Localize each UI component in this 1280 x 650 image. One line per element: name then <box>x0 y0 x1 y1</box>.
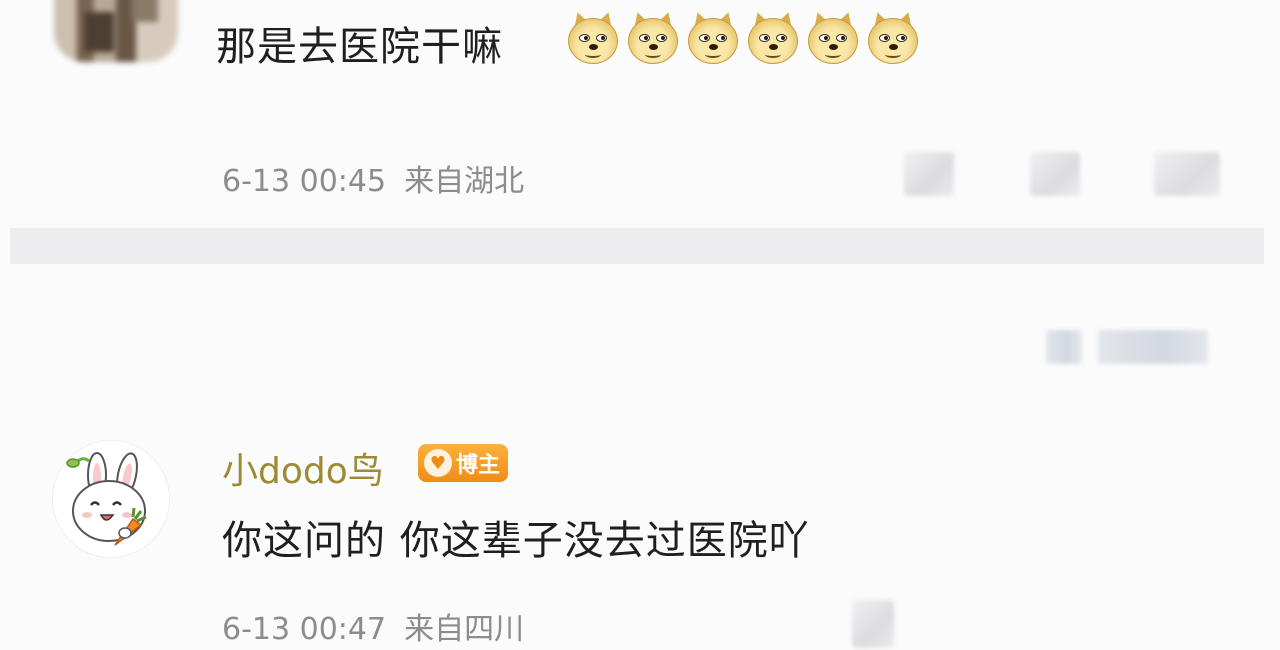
like-icon[interactable] <box>1154 152 1220 196</box>
comment-feed: 那是去医院干嘛 6-13 00:45 来自湖北 小dodo鸟 ♥ 博主 你这问的… <box>0 0 1280 650</box>
share-icon[interactable] <box>852 600 894 648</box>
doge-emoji-icon <box>628 9 678 64</box>
divider <box>10 228 1264 264</box>
rabbit-avatar-icon <box>53 441 169 557</box>
comment-text: 你这问的 你这辈子没去过医院吖 <box>222 518 810 564</box>
heart-icon: ♥ <box>424 449 452 477</box>
sort-icon[interactable] <box>1046 330 1082 364</box>
comment-meta: 6-13 00:47 来自四川 <box>222 604 524 648</box>
comment-location: 来自四川 <box>404 612 525 647</box>
comment-location: 来自湖北 <box>404 164 525 199</box>
avatar-blurred[interactable] <box>54 0 178 62</box>
doge-emoji-icon <box>868 9 918 64</box>
doge-emoji-icon <box>688 9 738 64</box>
blogger-badge: ♥ 博主 <box>418 444 509 482</box>
badge-label: 博主 <box>456 453 501 478</box>
doge-emoji-icon <box>808 9 858 64</box>
comment-icon[interactable] <box>1030 152 1080 196</box>
doge-emoji-icon <box>748 9 798 64</box>
comment-text: 那是去医院干嘛 <box>216 24 503 70</box>
doge-emoji-icon <box>568 9 618 64</box>
comment-time: 6-13 00:47 <box>222 612 387 647</box>
comment-time: 6-13 00:45 <box>222 164 387 199</box>
comment-meta: 6-13 00:45 来自湖北 <box>222 156 524 200</box>
share-icon[interactable] <box>904 152 954 196</box>
username[interactable]: 小dodo鸟 <box>222 442 384 494</box>
username-text: 小dodo鸟 <box>222 451 384 492</box>
emoji-row <box>568 9 918 64</box>
avatar[interactable] <box>52 440 170 558</box>
sort-button[interactable] <box>1098 330 1208 364</box>
